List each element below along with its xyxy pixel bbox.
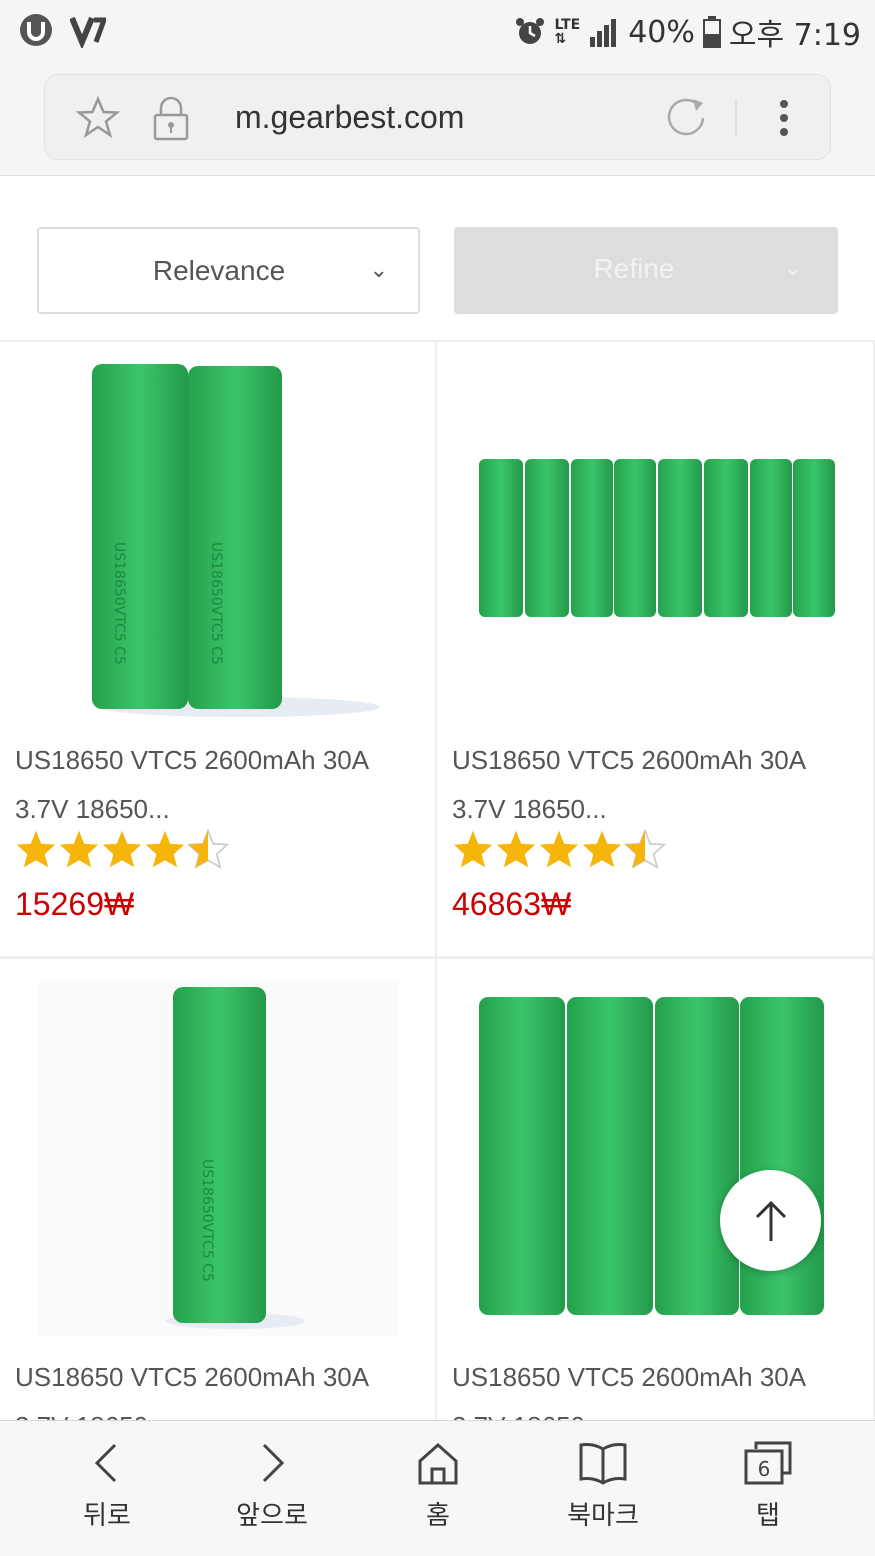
product-image[interactable]: US18650VTC5 C5 — [0, 959, 435, 1344]
v-app-icon — [70, 16, 106, 48]
alarm-icon — [516, 18, 545, 44]
product-image[interactable]: US18650VTC5 C5 US18650VTC5 C5 — [0, 342, 435, 727]
rating-stars — [452, 829, 666, 869]
refine-label: Refine — [593, 253, 675, 284]
bookmarks-button[interactable]: 북마크 — [538, 1439, 668, 1532]
forward-label: 앞으로 — [236, 1501, 308, 1531]
refine-button[interactable]: Refine ⌄ — [454, 227, 838, 314]
browser-toolbar: m.gearbest.com — [0, 62, 875, 176]
lock-icon — [153, 96, 189, 141]
star-full-icon — [102, 830, 142, 868]
home-icon — [418, 1442, 458, 1485]
more-icon[interactable] — [769, 95, 799, 141]
book-icon — [579, 1443, 627, 1485]
signal-icon — [590, 19, 617, 47]
clock: 오후 7:19 — [728, 18, 861, 53]
star-full-icon — [496, 830, 536, 868]
bookmarks-label: 북마크 — [567, 1501, 639, 1531]
star-full-icon — [453, 830, 493, 868]
network-label: LTE — [554, 17, 581, 33]
status-bar: LTE ⇅ 40% 오후 7:19 — [0, 0, 875, 62]
battery-icon — [702, 16, 721, 48]
product-image[interactable] — [437, 959, 872, 1344]
tabs-button[interactable]: 6 탭 — [703, 1439, 833, 1532]
product-price: 46863₩ — [452, 886, 572, 922]
home-label: 홈 — [426, 1501, 450, 1531]
back-to-top-button[interactable] — [720, 1170, 821, 1271]
url-separator — [735, 99, 737, 137]
back-button[interactable]: 뒤로 — [42, 1439, 172, 1532]
home-button[interactable]: 홈 — [373, 1439, 503, 1532]
product-title[interactable]: US18650 VTC5 2600mAh 30A 3.7V 18650... — [452, 1353, 862, 1425]
star-icon[interactable] — [75, 95, 121, 141]
battery-percent: 40% — [628, 14, 695, 50]
chevron-down-icon: ⌄ — [369, 257, 388, 282]
product-price: 15269₩ — [15, 886, 135, 922]
browser-bottom-nav: 뒤로 앞으로 홈 북마크 6 탭 — [0, 1420, 875, 1556]
star-half-icon — [187, 829, 229, 869]
star-half-icon — [624, 829, 666, 869]
arrow-up-icon — [755, 1200, 786, 1241]
product-title[interactable]: US18650 VTC5 2600mAh 30A 3.7V 18650... — [15, 736, 425, 834]
tab-count: 6 — [758, 1457, 771, 1481]
product-title[interactable]: US18650 VTC5 2600mAh 30A 3.7V 18650... — [15, 1353, 425, 1425]
svg-text:US18650VTC5 C5: US18650VTC5 C5 — [199, 1159, 215, 1282]
address-bar[interactable]: m.gearbest.com — [44, 74, 831, 160]
star-full-icon — [16, 830, 56, 868]
svg-text:US18650VTC5 C5: US18650VTC5 C5 — [208, 542, 224, 665]
product-card[interactable]: US18650 VTC5 2600mAh 30A 3.7V 18650... 4… — [437, 340, 875, 958]
reload-icon[interactable] — [663, 95, 709, 141]
chevron-right-icon — [262, 1443, 285, 1483]
product-card[interactable]: US18650VTC5 C5 US18650VTC5 C5 US18650 VT… — [0, 340, 437, 958]
chevron-left-icon — [94, 1443, 117, 1483]
tabs-label: 탭 — [756, 1501, 780, 1531]
chevron-down-icon: ⌄ — [783, 255, 802, 280]
tabs-icon: 6 — [744, 1441, 792, 1485]
star-full-icon — [539, 830, 579, 868]
product-title[interactable]: US18650 VTC5 2600mAh 30A 3.7V 18650... — [452, 736, 862, 834]
svg-text:US18650VTC5 C5: US18650VTC5 C5 — [111, 542, 127, 665]
u-app-icon — [20, 14, 52, 46]
product-image[interactable] — [437, 342, 872, 727]
sort-label: Relevance — [152, 255, 286, 286]
star-full-icon — [59, 830, 99, 868]
star-full-icon — [582, 830, 622, 868]
back-label: 뒤로 — [83, 1501, 131, 1531]
star-full-icon — [145, 830, 185, 868]
filter-bar: Relevance ⌄ Refine ⌄ — [0, 176, 875, 340]
lte-icon: LTE ⇅ — [554, 17, 581, 47]
product-card[interactable]: US18650VTC5 C5 US18650 VTC5 2600mAh 30A … — [0, 957, 437, 1427]
rating-stars — [15, 829, 229, 869]
url-text[interactable]: m.gearbest.com — [235, 99, 464, 136]
forward-button[interactable]: 앞으로 — [207, 1439, 337, 1532]
sort-dropdown[interactable]: Relevance ⌄ — [37, 227, 420, 314]
